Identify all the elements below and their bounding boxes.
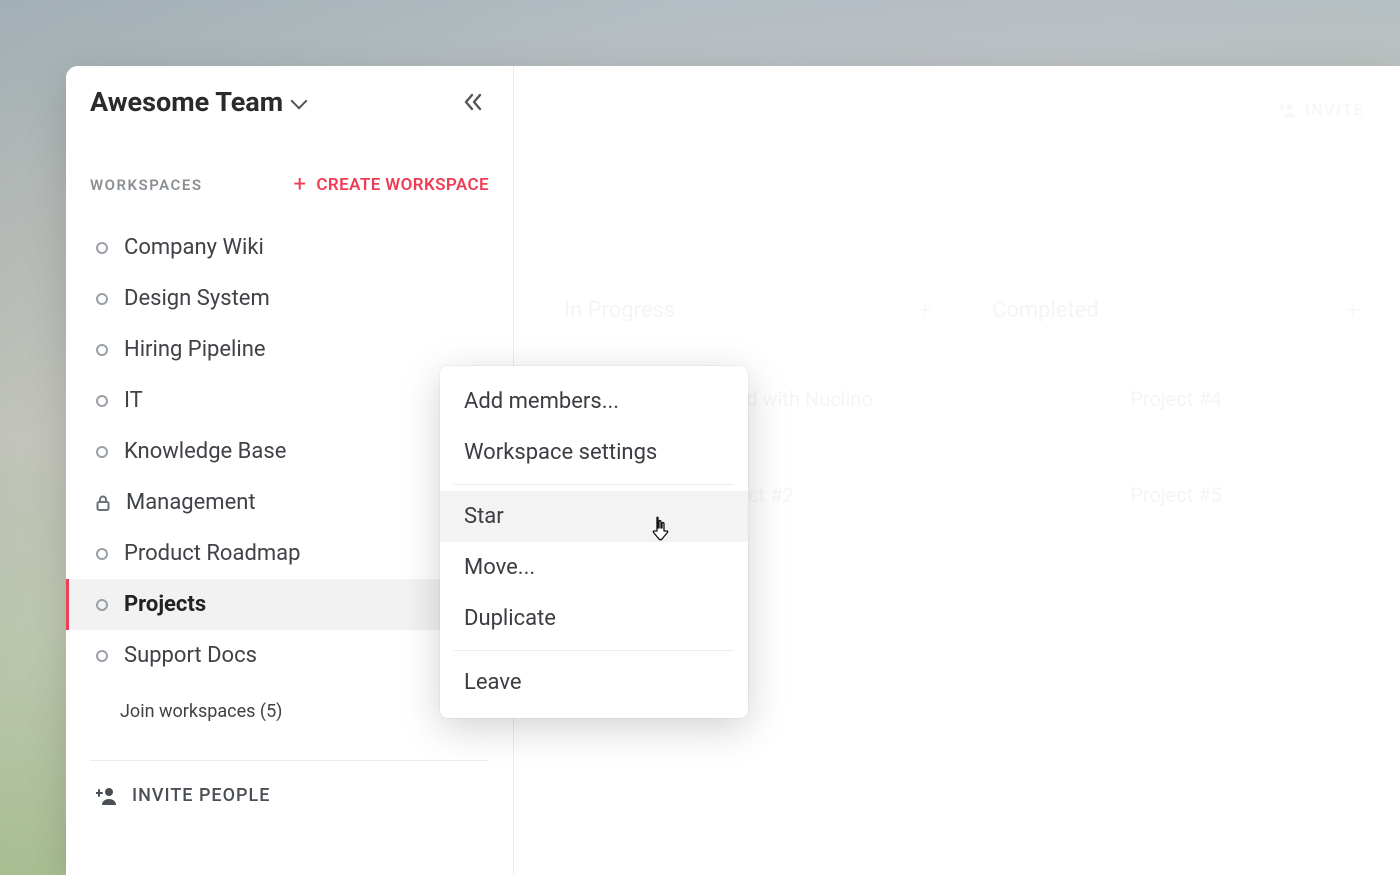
circle-icon: [96, 446, 108, 458]
collapse-sidebar-button[interactable]: [457, 87, 489, 117]
circle-icon: [96, 344, 108, 356]
plus-icon: +: [294, 174, 307, 196]
person-add-icon: [1279, 102, 1297, 118]
menu-item-move[interactable]: Move...: [440, 542, 748, 593]
sidebar-item-company-wiki[interactable]: Company Wiki: [66, 222, 513, 273]
team-name: Awesome Team: [90, 86, 283, 118]
sidebar-item-label: Design System: [124, 286, 270, 311]
person-add-icon: [96, 787, 118, 805]
workspaces-label: WORKSPACES: [90, 176, 202, 194]
menu-item-duplicate[interactable]: Duplicate: [440, 593, 748, 644]
column-title: Completed: [992, 298, 1099, 323]
app-window: Awesome Team WORKSPACES + CREATE WORKSPA…: [66, 66, 1400, 875]
menu-item-leave[interactable]: Leave: [440, 657, 748, 708]
menu-separator: [454, 484, 734, 485]
plus-icon[interactable]: +: [1346, 296, 1360, 324]
sidebar-item-label: Knowledge Base: [124, 439, 286, 464]
menu-separator: [454, 650, 734, 651]
sidebar-item-label: Management: [126, 490, 256, 515]
sidebar-item-label: IT: [124, 388, 143, 413]
sidebar-item-label: Hiring Pipeline: [124, 337, 266, 362]
workspaces-section-header: WORKSPACES + CREATE WORKSPACE: [66, 130, 513, 212]
sidebar-item-label: Support Docs: [124, 643, 257, 668]
menu-item-workspace-settings[interactable]: Workspace settings: [440, 427, 748, 478]
invite-people-label: INVITE PEOPLE: [132, 785, 270, 806]
chevrons-left-icon: [463, 93, 483, 111]
menu-item-star[interactable]: Star: [440, 491, 748, 542]
sidebar-header: Awesome Team: [66, 66, 513, 130]
board-column: Completed + Project #4 Project #5: [992, 296, 1360, 556]
menu-item-add-members[interactable]: Add members...: [440, 376, 748, 427]
invite-button[interactable]: INVITE: [1279, 100, 1364, 119]
column-title: In Progress: [564, 298, 675, 323]
create-workspace-button[interactable]: + CREATE WORKSPACE: [294, 174, 489, 196]
sidebar-item-label: Company Wiki: [124, 235, 264, 260]
join-workspaces-label: Join workspaces (5): [120, 701, 282, 722]
circle-icon: [96, 242, 108, 254]
circle-icon: [96, 293, 108, 305]
sidebar-item-label: Projects: [124, 592, 206, 617]
plus-icon[interactable]: +: [918, 296, 932, 324]
lock-icon: [96, 495, 110, 511]
column-header[interactable]: Completed +: [992, 296, 1360, 324]
invite-people-button[interactable]: INVITE PEOPLE: [66, 761, 513, 830]
circle-icon: [96, 650, 108, 662]
chevron-down-icon: [293, 97, 307, 111]
sidebar-item-label: Product Roadmap: [124, 541, 300, 566]
board-card[interactable]: Project #4: [992, 364, 1360, 434]
circle-icon: [96, 548, 108, 560]
circle-icon: [96, 395, 108, 407]
invite-label: INVITE: [1305, 100, 1364, 119]
sidebar-item-design-system[interactable]: Design System: [66, 273, 513, 324]
column-header[interactable]: In Progress +: [564, 296, 932, 324]
create-workspace-label: CREATE WORKSPACE: [316, 175, 489, 195]
workspace-context-menu: Add members...Workspace settings StarMove…: [440, 366, 748, 718]
board-card[interactable]: Project #5: [992, 460, 1360, 530]
circle-icon: [96, 599, 108, 611]
team-switcher[interactable]: Awesome Team: [90, 86, 307, 118]
